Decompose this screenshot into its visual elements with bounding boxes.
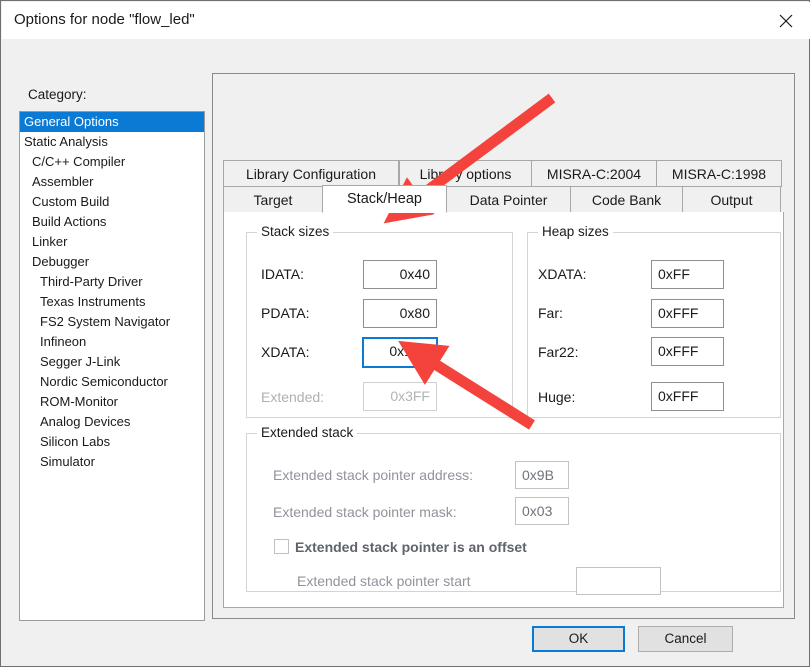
stack-pdata-input[interactable]: 0x80 (363, 299, 437, 328)
category-item-build-actions[interactable]: Build Actions (20, 212, 204, 232)
category-item-assembler[interactable]: Assembler (20, 172, 204, 192)
ok-button[interactable]: OK (532, 626, 625, 652)
heap-sizes-title: Heap sizes (538, 224, 613, 239)
close-button[interactable] (764, 2, 810, 39)
category-item-nordic-semiconductor[interactable]: Nordic Semiconductor (20, 372, 204, 392)
stack-idata-label: IDATA: (261, 266, 305, 282)
tab-code-bank[interactable]: Code Bank (570, 186, 683, 213)
ext-pointer-address-input: 0x9B (515, 461, 569, 489)
category-item-linker[interactable]: Linker (20, 232, 204, 252)
category-item-silicon-labs[interactable]: Silicon Labs (20, 432, 204, 452)
category-item-custom-build[interactable]: Custom Build (20, 192, 204, 212)
category-label: Category: (28, 87, 87, 102)
heap-huge-input[interactable]: 0xFFF (651, 382, 724, 411)
category-item-c-c-compiler[interactable]: C/C++ Compiler (20, 152, 204, 172)
title-bar: Options for node "flow_led" (2, 2, 810, 39)
category-item-third-party-driver[interactable]: Third-Party Driver (20, 272, 204, 292)
ext-pointer-start-input[interactable] (576, 567, 661, 595)
category-list[interactable]: General Options Static Analysis C/C++ Comp… (19, 111, 205, 621)
ext-pointer-offset-checkbox[interactable] (274, 539, 289, 554)
heap-xdata-input[interactable]: 0xFF (651, 260, 724, 289)
stack-idata-input[interactable]: 0x40 (363, 260, 437, 289)
stack-xdata-value-before: 0x1 (389, 343, 412, 359)
heap-far22-label: Far22: (538, 344, 579, 360)
heap-far-input[interactable]: 0xFFF (651, 299, 724, 328)
category-item-segger-j-link[interactable]: Segger J-Link (20, 352, 204, 372)
tab-stack-heap[interactable]: Stack/Heap (322, 185, 447, 213)
window-title: Options for node "flow_led" (14, 11, 195, 28)
category-item-simulator[interactable]: Simulator (20, 452, 204, 472)
tab-output[interactable]: Output (682, 186, 781, 213)
category-item-infineon[interactable]: Infineon (20, 332, 204, 352)
tab-data-pointer[interactable]: Data Pointer (446, 186, 571, 213)
ext-pointer-offset-label: Extended stack pointer is an offset (295, 539, 527, 555)
tab-target[interactable]: Target (223, 186, 323, 213)
category-item-texas-instruments[interactable]: Texas Instruments (20, 292, 204, 312)
category-item-static-analysis[interactable]: Static Analysis (20, 132, 204, 152)
cancel-button[interactable]: Cancel (638, 626, 733, 652)
category-item-fs2-system-navigator[interactable]: FS2 System Navigator (20, 312, 204, 332)
close-icon (779, 14, 793, 28)
stack-xdata-input[interactable]: 0x1FF (362, 337, 438, 368)
heap-far22-input[interactable]: 0xFFF (651, 337, 724, 366)
tab-library-options[interactable]: Library options (399, 160, 532, 187)
tab-misra-c-2004[interactable]: MISRA-C:2004 (531, 160, 657, 187)
heap-far-label: Far: (538, 305, 563, 321)
ext-pointer-address-label: Extended stack pointer address: (273, 467, 474, 483)
ext-pointer-start-label: Extended stack pointer start (297, 573, 471, 589)
stack-extended-input: 0x3FF (363, 382, 437, 411)
extended-stack-title: Extended stack (257, 425, 358, 440)
options-dialog: Options for node "flow_led" Category: Ge… (0, 0, 810, 667)
stack-xdata-value-after: FF (412, 343, 430, 359)
stack-sizes-title: Stack sizes (257, 224, 334, 239)
category-item-debugger[interactable]: Debugger (20, 252, 204, 272)
tab-library-configuration[interactable]: Library Configuration (223, 160, 399, 187)
tab-misra-c-1998[interactable]: MISRA-C:1998 (656, 160, 782, 187)
stack-pdata-label: PDATA: (261, 305, 310, 321)
stack-xdata-label: XDATA: (261, 344, 310, 360)
category-item-rom-monitor[interactable]: ROM-Monitor (20, 392, 204, 412)
ext-pointer-mask-input: 0x03 (515, 497, 569, 525)
heap-huge-label: Huge: (538, 389, 576, 405)
category-item-analog-devices[interactable]: Analog Devices (20, 412, 204, 432)
heap-xdata-label: XDATA: (538, 266, 587, 282)
category-item-general-options[interactable]: General Options (20, 112, 204, 132)
stack-extended-label: Extended: (261, 389, 325, 405)
ext-pointer-mask-label: Extended stack pointer mask: (273, 504, 457, 520)
